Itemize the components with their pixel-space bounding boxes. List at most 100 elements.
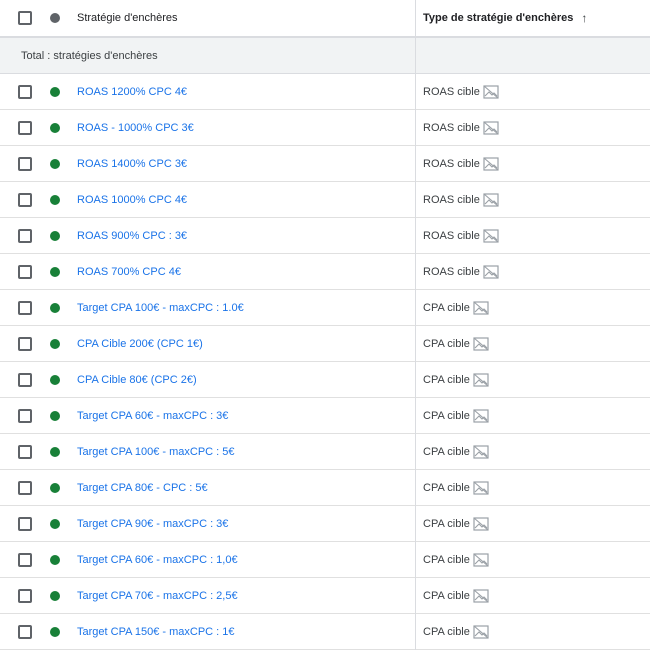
- broken-image-icon: [483, 228, 499, 243]
- row-checkbox[interactable]: [18, 336, 32, 351]
- table-row: Target CPA 70€ - maxCPC : 2,5€ CPA cible: [0, 578, 650, 614]
- status-enabled-icon: [50, 230, 60, 241]
- status-enabled-icon: [50, 518, 60, 529]
- row-checkbox[interactable]: [18, 228, 32, 243]
- row-checkbox[interactable]: [18, 444, 32, 459]
- row-checkbox[interactable]: [18, 300, 32, 315]
- row-checkbox[interactable]: [18, 264, 32, 279]
- total-label: Total : stratégies d'enchères: [21, 49, 158, 62]
- broken-image-icon: [483, 120, 499, 135]
- column-divider: [415, 0, 416, 650]
- status-enabled-icon: [50, 158, 60, 169]
- row-checkbox[interactable]: [18, 120, 32, 135]
- strategy-name-link[interactable]: ROAS 1400% CPC 3€: [77, 158, 187, 170]
- row-checkbox[interactable]: [18, 372, 32, 387]
- table-row: ROAS 1400% CPC 3€ ROAS cible: [0, 146, 650, 182]
- strategy-type-label: ROAS cible: [423, 121, 480, 134]
- strategy-type-label: CPA cible: [423, 589, 470, 602]
- column-header-strategy[interactable]: Stratégie d'enchères: [77, 12, 178, 24]
- broken-image-icon: [473, 624, 489, 639]
- table-row: Target CPA 60€ - maxCPC : 1,0€ CPA cible: [0, 542, 650, 578]
- status-enabled-icon: [50, 446, 60, 457]
- status-enabled-icon: [50, 590, 60, 601]
- strategy-type-cell: CPA cible: [423, 516, 489, 531]
- row-checkbox[interactable]: [18, 516, 32, 531]
- column-header-type-label: Type de stratégie d'enchères: [423, 12, 574, 24]
- strategy-type-label: CPA cible: [423, 481, 470, 494]
- strategy-name-link[interactable]: CPA Cible 200€ (CPC 1€): [77, 338, 203, 350]
- strategy-name-link[interactable]: ROAS 1000% CPC 4€: [77, 194, 187, 206]
- strategy-type-label: CPA cible: [423, 373, 470, 386]
- row-checkbox[interactable]: [18, 624, 32, 639]
- table-row: ROAS 1200% CPC 4€ ROAS cible: [0, 74, 650, 110]
- status-enabled-icon: [50, 86, 60, 97]
- table-row: CPA Cible 200€ (CPC 1€) CPA cible: [0, 326, 650, 362]
- broken-image-icon: [473, 588, 489, 603]
- strategy-type-cell: CPA cible: [423, 408, 489, 423]
- strategy-name-link[interactable]: CPA Cible 80€ (CPC 2€): [77, 374, 197, 386]
- strategy-type-cell: ROAS cible: [423, 120, 499, 135]
- row-checkbox[interactable]: [18, 588, 32, 603]
- strategy-type-cell: CPA cible: [423, 372, 489, 387]
- strategy-name-link[interactable]: Target CPA 60€ - maxCPC : 3€: [77, 410, 228, 422]
- strategy-name-link[interactable]: ROAS 900% CPC : 3€: [77, 230, 187, 242]
- strategy-type-cell: CPA cible: [423, 588, 489, 603]
- table-row: ROAS - 1000% CPC 3€ ROAS cible: [0, 110, 650, 146]
- broken-image-icon: [483, 192, 499, 207]
- row-checkbox[interactable]: [18, 408, 32, 423]
- status-enabled-icon: [50, 554, 60, 565]
- select-all-checkbox[interactable]: [18, 11, 32, 25]
- strategy-name-link[interactable]: ROAS 1200% CPC 4€: [77, 86, 187, 98]
- status-enabled-icon: [50, 482, 60, 493]
- strategy-name-link[interactable]: Target CPA 60€ - maxCPC : 1,0€: [77, 554, 238, 566]
- row-checkbox[interactable]: [18, 192, 32, 207]
- status-enabled-icon: [50, 410, 60, 421]
- column-header-type[interactable]: Type de stratégie d'enchères ↑: [423, 11, 587, 25]
- strategy-name-link[interactable]: Target CPA 100€ - maxCPC : 1.0€: [77, 302, 244, 314]
- strategy-name-link[interactable]: Target CPA 80€ - CPC : 5€: [77, 482, 208, 494]
- strategy-type-cell: CPA cible: [423, 300, 489, 315]
- strategy-name-link[interactable]: ROAS 700% CPC 4€: [77, 266, 181, 278]
- strategy-type-cell: ROAS cible: [423, 264, 499, 279]
- strategy-type-label: CPA cible: [423, 445, 470, 458]
- strategy-name-link[interactable]: Target CPA 70€ - maxCPC : 2,5€: [77, 590, 238, 602]
- strategy-type-label: ROAS cible: [423, 193, 480, 206]
- broken-image-icon: [483, 156, 499, 171]
- row-checkbox[interactable]: [18, 552, 32, 567]
- strategy-type-cell: ROAS cible: [423, 156, 499, 171]
- strategy-type-label: ROAS cible: [423, 229, 480, 242]
- strategy-type-label: ROAS cible: [423, 157, 480, 170]
- strategy-type-label: ROAS cible: [423, 85, 480, 98]
- table-row: Target CPA 150€ - maxCPC : 1€ CPA cible: [0, 614, 650, 650]
- strategy-type-label: ROAS cible: [423, 265, 480, 278]
- total-row: Total : stratégies d'enchères: [0, 38, 650, 74]
- table-row: Target CPA 90€ - maxCPC : 3€ CPA cible: [0, 506, 650, 542]
- status-enabled-icon: [50, 266, 60, 277]
- broken-image-icon: [473, 408, 489, 423]
- table-row: ROAS 1000% CPC 4€ ROAS cible: [0, 182, 650, 218]
- row-checkbox[interactable]: [18, 84, 32, 99]
- strategy-type-cell: ROAS cible: [423, 84, 499, 99]
- arrow-up-icon[interactable]: ↑: [581, 11, 587, 25]
- broken-image-icon: [473, 444, 489, 459]
- strategy-type-label: CPA cible: [423, 517, 470, 530]
- status-enabled-icon: [50, 302, 60, 313]
- status-enabled-icon: [50, 374, 60, 385]
- broken-image-icon: [483, 84, 499, 99]
- strategy-name-link[interactable]: Target CPA 150€ - maxCPC : 1€: [77, 626, 235, 638]
- table-row: Target CPA 60€ - maxCPC : 3€ CPA cible: [0, 398, 650, 434]
- strategy-type-label: CPA cible: [423, 409, 470, 422]
- table-row: ROAS 700% CPC 4€ ROAS cible: [0, 254, 650, 290]
- table-header: Stratégie d'enchères Type de stratégie d…: [0, 0, 650, 38]
- row-checkbox[interactable]: [18, 156, 32, 171]
- strategy-type-cell: ROAS cible: [423, 228, 499, 243]
- strategy-type-cell: CPA cible: [423, 444, 489, 459]
- strategy-type-label: CPA cible: [423, 553, 470, 566]
- strategy-name-link[interactable]: Target CPA 90€ - maxCPC : 3€: [77, 518, 228, 530]
- strategy-name-link[interactable]: ROAS - 1000% CPC 3€: [77, 122, 194, 134]
- row-checkbox[interactable]: [18, 480, 32, 495]
- strategy-type-cell: CPA cible: [423, 480, 489, 495]
- broken-image-icon: [473, 336, 489, 351]
- strategy-name-link[interactable]: Target CPA 100€ - maxCPC : 5€: [77, 446, 235, 458]
- strategy-type-cell: CPA cible: [423, 624, 489, 639]
